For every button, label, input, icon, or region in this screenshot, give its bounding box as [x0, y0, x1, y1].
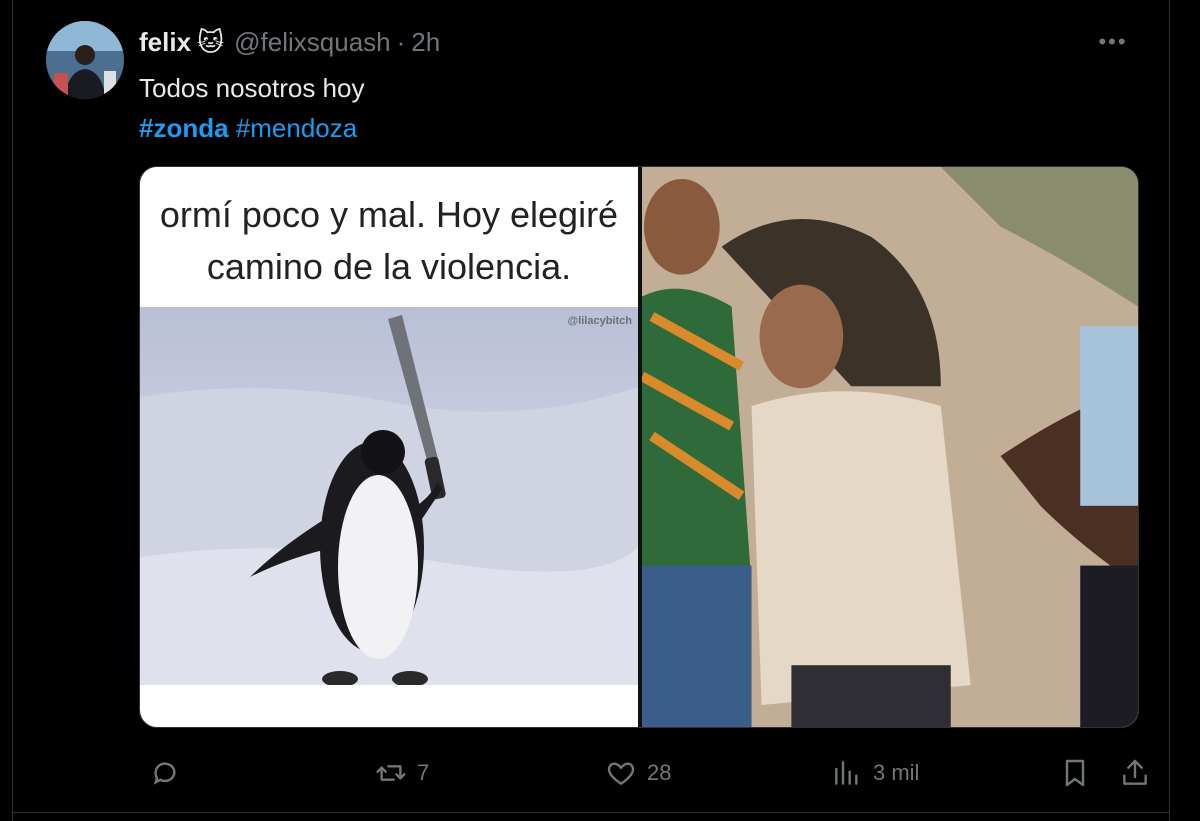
- tweet-media[interactable]: ormí poco y mal. Hoy elegiré camino de l…: [139, 166, 1139, 728]
- more-options-icon[interactable]: •••: [1093, 29, 1133, 54]
- user-handle[interactable]: @felixsquash: [234, 27, 390, 58]
- tweet-text: Todos nosotros hoy #zonda #mendoza: [139, 68, 364, 148]
- meme-watermark: @lilacybitch: [567, 315, 632, 327]
- meme-caption-line-2: camino de la violencia.: [206, 246, 572, 287]
- meme-image-penguin: ormí poco y mal. Hoy elegiré camino de l…: [140, 167, 638, 727]
- views-count: 3 mil: [873, 760, 920, 785]
- separator-dot: ·: [396, 26, 406, 57]
- hashtag-mendoza[interactable]: #mendoza: [236, 113, 357, 143]
- bookmark-icon: [1065, 759, 1085, 787]
- reply-button[interactable]: [149, 750, 181, 796]
- reply-icon: [153, 762, 176, 785]
- timestamp[interactable]: 2h: [411, 27, 440, 58]
- meme-caption: ormí poco y mal. Hoy elegiré camino de l…: [140, 167, 638, 307]
- heart-icon: [607, 762, 635, 786]
- avatar[interactable]: [46, 21, 124, 99]
- tweet-bottom-border: [13, 812, 1169, 813]
- penguin-photo: [140, 307, 638, 707]
- hashtags: #zonda #mendoza: [139, 108, 364, 148]
- meme-bottom-margin: [140, 685, 638, 707]
- views-icon: [835, 761, 858, 785]
- hashtag-zonda[interactable]: #zonda: [139, 113, 229, 143]
- tweet[interactable]: felix 🐱 @felixsquash · 2h ••• Todos noso…: [12, 0, 1170, 821]
- share-button[interactable]: [1119, 750, 1151, 796]
- meme-caption-line-1: ormí poco y mal. Hoy elegiré: [159, 194, 619, 235]
- share-icon: [1123, 759, 1147, 785]
- like-button[interactable]: 28: [605, 750, 671, 796]
- cat-emoji-icon: 🐱: [197, 26, 225, 57]
- photo-women: [642, 167, 1138, 727]
- display-name[interactable]: felix: [139, 27, 191, 58]
- retweet-button[interactable]: 7: [375, 750, 429, 796]
- bookmark-button[interactable]: [1059, 750, 1091, 796]
- action-bar: 7 28 3 mil: [139, 750, 1149, 796]
- retweet-count: 7: [417, 760, 430, 785]
- like-count: 28: [647, 760, 672, 785]
- views-button[interactable]: 3 mil: [831, 750, 919, 796]
- tweet-body: Todos nosotros hoy: [139, 73, 365, 103]
- retweet-icon: [376, 765, 406, 781]
- tweet-header: felix 🐱 @felixsquash · 2h: [139, 24, 440, 60]
